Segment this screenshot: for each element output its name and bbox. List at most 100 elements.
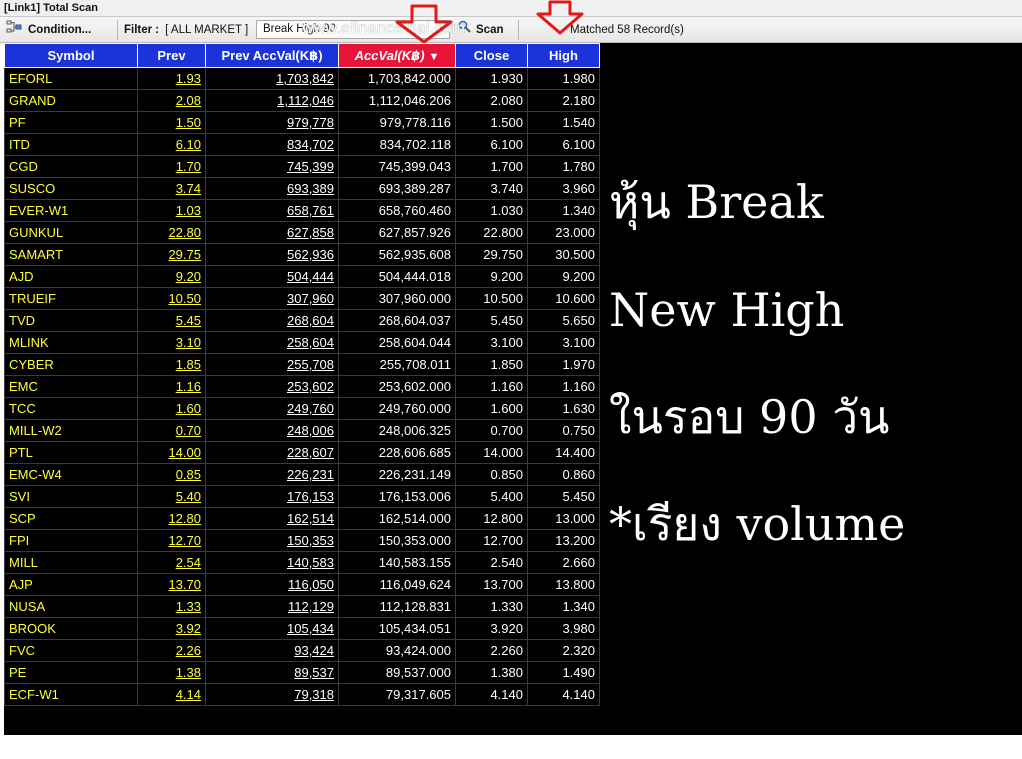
cell-symbol[interactable]: MILL bbox=[4, 551, 138, 574]
cell-prev[interactable]: 1.50 bbox=[137, 111, 206, 134]
cell-symbol[interactable]: ITD bbox=[4, 133, 138, 156]
cell-symbol[interactable]: MILL-W2 bbox=[4, 419, 138, 442]
cell-prev-accval[interactable]: 89,537 bbox=[205, 661, 339, 684]
table-row[interactable]: ECF-W1 4.14 79,318 79,317.605 4.140 4.140 bbox=[4, 683, 600, 706]
cell-prev[interactable]: 1.93 bbox=[137, 67, 206, 90]
table-row[interactable]: TRUEIF 10.50 307,960 307,960.000 10.500 10.60… bbox=[4, 287, 600, 310]
table-row[interactable]: AJP 13.70 116,050 116,049.624 13.700 13.800 bbox=[4, 573, 600, 596]
cell-symbol[interactable]: AJD bbox=[4, 265, 138, 288]
cell-prev[interactable]: 1.16 bbox=[137, 375, 206, 398]
cell-prev-accval[interactable]: 93,424 bbox=[205, 639, 339, 662]
table-row[interactable]: MILL-W2 0.70 248,006 248,006.325 0.700 0.750 bbox=[4, 419, 600, 442]
cell-symbol[interactable]: TVD bbox=[4, 309, 138, 332]
cell-symbol[interactable]: PE bbox=[4, 661, 138, 684]
table-row[interactable]: AJD 9.20 504,444 504,444.018 9.200 9.200 bbox=[4, 265, 600, 288]
table-row[interactable]: EMC 1.16 253,602 253,602.000 1.160 1.160 bbox=[4, 375, 600, 398]
cell-prev[interactable]: 4.14 bbox=[137, 683, 206, 706]
cell-prev-accval[interactable]: 226,231 bbox=[205, 463, 339, 486]
cell-prev[interactable]: 1.38 bbox=[137, 661, 206, 684]
cell-prev[interactable]: 2.26 bbox=[137, 639, 206, 662]
cell-symbol[interactable]: FPI bbox=[4, 529, 138, 552]
cell-prev[interactable]: 1.60 bbox=[137, 397, 206, 420]
cell-symbol[interactable]: AJP bbox=[4, 573, 138, 596]
cell-prev[interactable]: 14.00 bbox=[137, 441, 206, 464]
cell-prev-accval[interactable]: 162,514 bbox=[205, 507, 339, 530]
column-header-accval[interactable]: AccVal(K฿) ▼ bbox=[338, 43, 456, 68]
table-row[interactable]: GRAND 2.08 1,112,046 1,112,046.206 2.080 2.18… bbox=[4, 89, 600, 112]
cell-prev[interactable]: 2.54 bbox=[137, 551, 206, 574]
table-row[interactable]: PTL 14.00 228,607 228,606.685 14.000 14.400 bbox=[4, 441, 600, 464]
cell-prev[interactable]: 1.33 bbox=[137, 595, 206, 618]
cell-prev[interactable]: 22.80 bbox=[137, 221, 206, 244]
cell-prev[interactable]: 12.80 bbox=[137, 507, 206, 530]
cell-prev-accval[interactable]: 105,434 bbox=[205, 617, 339, 640]
cell-symbol[interactable]: NUSA bbox=[4, 595, 138, 618]
cell-symbol[interactable]: PF bbox=[4, 111, 138, 134]
cell-prev[interactable]: 10.50 bbox=[137, 287, 206, 310]
table-row[interactable]: SUSCO 3.74 693,389 693,389.287 3.740 3.960 bbox=[4, 177, 600, 200]
cell-prev[interactable]: 3.74 bbox=[137, 177, 206, 200]
cell-symbol[interactable]: EMC bbox=[4, 375, 138, 398]
cell-prev-accval[interactable]: 112,129 bbox=[205, 595, 339, 618]
table-row[interactable]: SAMART 29.75 562,936 562,935.608 29.750 30.50… bbox=[4, 243, 600, 266]
table-row[interactable]: ITD 6.10 834,702 834,702.118 6.100 6.100 bbox=[4, 133, 600, 156]
cell-prev-accval[interactable]: 745,399 bbox=[205, 155, 339, 178]
table-row[interactable]: CGD 1.70 745,399 745,399.043 1.700 1.780 bbox=[4, 155, 600, 178]
table-row[interactable]: MLINK 3.10 258,604 258,604.044 3.100 3.100 bbox=[4, 331, 600, 354]
table-row[interactable]: TVD 5.45 268,604 268,604.037 5.450 5.650 bbox=[4, 309, 600, 332]
table-row[interactable]: NUSA 1.33 112,129 112,128.831 1.330 1.340 bbox=[4, 595, 600, 618]
cell-prev[interactable]: 3.10 bbox=[137, 331, 206, 354]
cell-prev[interactable]: 6.10 bbox=[137, 133, 206, 156]
cell-symbol[interactable]: MLINK bbox=[4, 331, 138, 354]
cell-prev-accval[interactable]: 834,702 bbox=[205, 133, 339, 156]
table-row[interactable]: FVC 2.26 93,424 93,424.000 2.260 2.320 bbox=[4, 639, 600, 662]
cell-prev-accval[interactable]: 228,607 bbox=[205, 441, 339, 464]
cell-prev[interactable]: 12.70 bbox=[137, 529, 206, 552]
condition-button[interactable]: Condition... bbox=[6, 20, 91, 40]
table-row[interactable]: MILL 2.54 140,583 140,583.155 2.540 2.660 bbox=[4, 551, 600, 574]
cell-prev-accval[interactable]: 562,936 bbox=[205, 243, 339, 266]
table-row[interactable]: EMC-W4 0.85 226,231 226,231.149 0.850 0.860 bbox=[4, 463, 600, 486]
cell-prev-accval[interactable]: 693,389 bbox=[205, 177, 339, 200]
cell-symbol[interactable]: CGD bbox=[4, 155, 138, 178]
table-row[interactable]: GUNKUL 22.80 627,858 627,857.926 22.800 23.00… bbox=[4, 221, 600, 244]
cell-prev[interactable]: 5.40 bbox=[137, 485, 206, 508]
column-header-prev-accval[interactable]: Prev AccVal(K฿) bbox=[205, 43, 339, 68]
cell-prev-accval[interactable]: 249,760 bbox=[205, 397, 339, 420]
column-header-close[interactable]: Close bbox=[455, 43, 528, 68]
table-row[interactable]: FPI 12.70 150,353 150,353.000 12.700 13.200 bbox=[4, 529, 600, 552]
cell-prev[interactable]: 0.85 bbox=[137, 463, 206, 486]
cell-symbol[interactable]: SCP bbox=[4, 507, 138, 530]
column-header-prev[interactable]: Prev bbox=[137, 43, 206, 68]
table-row[interactable]: SVI 5.40 176,153 176,153.006 5.400 5.450 bbox=[4, 485, 600, 508]
filter-value[interactable]: [ ALL MARKET ] bbox=[165, 20, 248, 40]
cell-prev[interactable]: 13.70 bbox=[137, 573, 206, 596]
cell-prev-accval[interactable]: 255,708 bbox=[205, 353, 339, 376]
table-row[interactable]: EFORL 1.93 1,703,842 1,703,842.000 1.930 1.98… bbox=[4, 67, 600, 90]
cell-symbol[interactable]: SVI bbox=[4, 485, 138, 508]
cell-prev[interactable]: 9.20 bbox=[137, 265, 206, 288]
table-row[interactable]: PE 1.38 89,537 89,537.000 1.380 1.490 bbox=[4, 661, 600, 684]
cell-prev-accval[interactable]: 176,153 bbox=[205, 485, 339, 508]
cell-prev-accval[interactable]: 248,006 bbox=[205, 419, 339, 442]
table-row[interactable]: SCP 12.80 162,514 162,514.000 12.800 13.000 bbox=[4, 507, 600, 530]
cell-symbol[interactable]: FVC bbox=[4, 639, 138, 662]
cell-prev[interactable]: 1.85 bbox=[137, 353, 206, 376]
cell-prev-accval[interactable]: 79,318 bbox=[205, 683, 339, 706]
cell-prev[interactable]: 0.70 bbox=[137, 419, 206, 442]
cell-prev-accval[interactable]: 1,112,046 bbox=[205, 89, 339, 112]
table-row[interactable]: TCC 1.60 249,760 249,760.000 1.600 1.630 bbox=[4, 397, 600, 420]
cell-prev-accval[interactable]: 979,778 bbox=[205, 111, 339, 134]
cell-prev-accval[interactable]: 258,604 bbox=[205, 331, 339, 354]
cell-symbol[interactable]: BROOK bbox=[4, 617, 138, 640]
column-header-symbol[interactable]: Symbol bbox=[4, 43, 138, 68]
cell-symbol[interactable]: SUSCO bbox=[4, 177, 138, 200]
cell-symbol[interactable]: PTL bbox=[4, 441, 138, 464]
cell-symbol[interactable]: EVER-W1 bbox=[4, 199, 138, 222]
cell-prev[interactable]: 3.92 bbox=[137, 617, 206, 640]
cell-prev-accval[interactable]: 627,858 bbox=[205, 221, 339, 244]
cell-prev[interactable]: 5.45 bbox=[137, 309, 206, 332]
cell-symbol[interactable]: EMC-W4 bbox=[4, 463, 138, 486]
cell-symbol[interactable]: GUNKUL bbox=[4, 221, 138, 244]
cell-prev-accval[interactable]: 658,761 bbox=[205, 199, 339, 222]
